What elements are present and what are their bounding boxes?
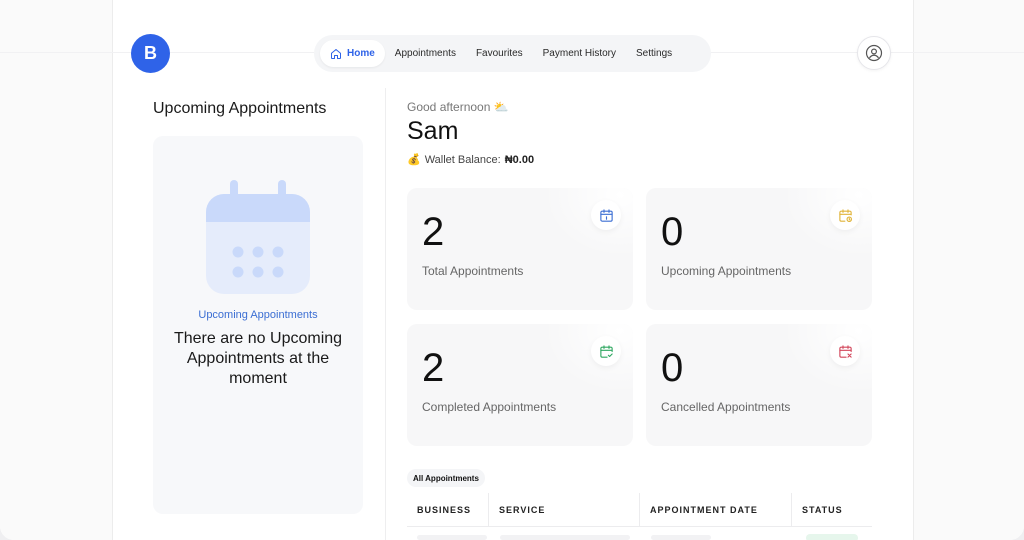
table-row: [651, 535, 711, 540]
column-status[interactable]: STATUS: [792, 493, 872, 526]
column-appointment-date[interactable]: APPOINTMENT DATE: [640, 493, 792, 526]
calendar-icon: [599, 208, 613, 222]
stat-card-total[interactable]: 2 Total Appointments: [407, 188, 633, 310]
stat-label: Upcoming Appointments: [661, 264, 792, 278]
nav-settings-label: Settings: [636, 48, 673, 59]
stat-value: 0: [661, 210, 684, 254]
stat-label: Cancelled Appointments: [661, 400, 791, 414]
table-row: [417, 535, 487, 540]
calendar-clock-icon: [838, 208, 852, 222]
wallet-value: ₦0.00: [504, 153, 535, 166]
main-nav: Home Appointments Favourites Payment His…: [314, 35, 711, 72]
stat-card-completed[interactable]: 2 Completed Appointments: [407, 324, 633, 446]
wallet-balance: 💰 Wallet Balance: ₦0.00: [407, 153, 535, 167]
nav-home-label: Home: [347, 48, 375, 59]
stat-card-upcoming[interactable]: 0 Upcoming Appointments: [646, 188, 872, 310]
nav-favourites[interactable]: Favourites: [466, 40, 533, 67]
profile-avatar-button[interactable]: [857, 36, 891, 70]
table-row: [500, 535, 630, 540]
all-appointments-filter[interactable]: All Appointments: [407, 469, 485, 487]
column-business[interactable]: BUSINESS: [407, 493, 489, 526]
nav-payment-history[interactable]: Payment History: [533, 40, 626, 67]
user-circle-icon: [865, 44, 883, 62]
user-name: Sam: [407, 117, 459, 145]
column-divider: [385, 88, 386, 540]
upcoming-title: Upcoming Appointments: [153, 100, 327, 117]
right-gutter: [913, 0, 1024, 540]
calendar-illustration-icon: [206, 180, 310, 294]
appointments-table-header: BUSINESS SERVICE APPOINTMENT DATE STATUS: [407, 493, 872, 527]
brand-logo-letter: B: [144, 43, 157, 63]
upcoming-appointments-panel: Upcoming Appointments There are no Upcom…: [153, 136, 363, 514]
stat-card-cancelled[interactable]: 0 Cancelled Appointments: [646, 324, 872, 446]
stat-label: Completed Appointments: [422, 400, 557, 414]
status-badge: [806, 534, 858, 540]
calendar-x-icon: [838, 344, 852, 358]
money-bag-icon: 💰: [407, 154, 421, 166]
wallet-label: Wallet Balance:: [424, 153, 501, 166]
upcoming-caption: Upcoming Appointments: [198, 309, 318, 321]
nav-appointments[interactable]: Appointments: [385, 40, 466, 67]
greeting-text: Good afternoon ⛅: [407, 100, 509, 114]
nav-payment-history-label: Payment History: [542, 48, 616, 59]
brand-logo[interactable]: B: [131, 34, 170, 73]
nav-settings[interactable]: Settings: [626, 40, 682, 67]
home-icon: [331, 48, 341, 59]
calendar-check-icon: [599, 344, 613, 358]
column-service[interactable]: SERVICE: [489, 493, 640, 526]
nav-favourites-label: Favourites: [475, 48, 523, 59]
app-window: B Home Appointments Favourites Payment H…: [0, 0, 1024, 540]
stat-label: Total Appointments: [422, 264, 524, 278]
stat-value: 0: [661, 346, 684, 390]
empty-state-message: There are no Upcoming Appointments at th…: [173, 330, 343, 387]
nav-home[interactable]: Home: [320, 40, 385, 67]
stat-value: 2: [422, 346, 445, 390]
left-gutter: [0, 0, 113, 540]
nav-appointments-label: Appointments: [394, 48, 456, 59]
stat-value: 2: [422, 210, 445, 254]
